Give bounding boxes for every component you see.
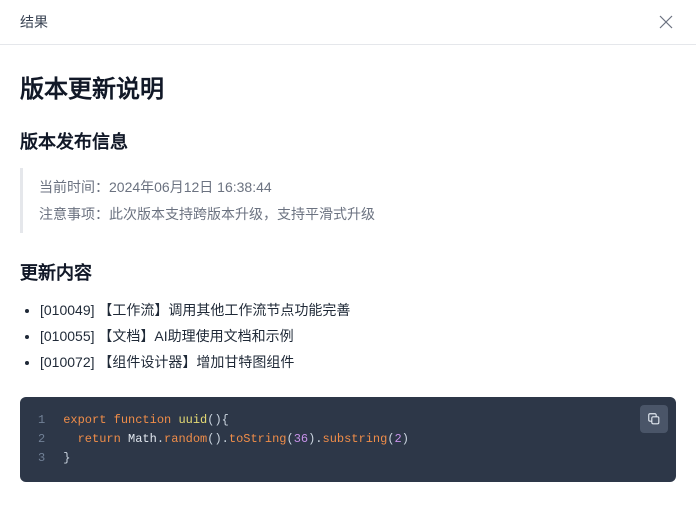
release-notice-value: 此次版本支持跨版本升级，支持平滑式升级 <box>109 206 375 222</box>
modal-header: 结果 <box>0 0 696 45</box>
close-button[interactable] <box>656 12 676 32</box>
release-time-label: 当前时间： <box>39 179 109 195</box>
code-gutter: 1 2 3 <box>20 411 63 469</box>
code-block: 1 2 3 export function uuid(){ return Mat… <box>20 397 676 483</box>
list-item: [010072] 【组件设计器】增加甘特图组件 <box>40 351 676 375</box>
list-item: [010049] 【工作流】调用其他工作流节点功能完善 <box>40 299 676 323</box>
release-notice-label: 注意事项： <box>39 206 109 222</box>
code-line: export function uuid(){ <box>63 411 660 430</box>
code-lines: export function uuid(){ return Math.rand… <box>63 411 676 469</box>
modal-title: 结果 <box>20 12 48 32</box>
close-icon <box>659 15 673 29</box>
code-line: return Math.random().toString(36).substr… <box>63 430 660 449</box>
release-time-value: 2024年06月12日 16:38:44 <box>109 179 272 195</box>
changes-list: [010049] 【工作流】调用其他工作流节点功能完善 [010055] 【文档… <box>20 299 676 374</box>
release-time-row: 当前时间：2024年06月12日 16:38:44 <box>39 174 676 201</box>
modal-content: 版本更新说明 版本发布信息 当前时间：2024年06月12日 16:38:44 … <box>0 45 696 521</box>
code-body: 1 2 3 export function uuid(){ return Mat… <box>20 397 676 483</box>
page-title: 版本更新说明 <box>20 69 676 104</box>
release-info-heading: 版本发布信息 <box>20 128 676 154</box>
code-line: } <box>63 449 660 468</box>
list-item: [010055] 【文档】AI助理使用文档和示例 <box>40 325 676 349</box>
release-notice-row: 注意事项：此次版本支持跨版本升级，支持平滑式升级 <box>39 201 676 228</box>
release-info-block: 当前时间：2024年06月12日 16:38:44 注意事项：此次版本支持跨版本… <box>20 168 676 233</box>
changes-heading: 更新内容 <box>20 259 676 285</box>
copy-icon <box>647 412 661 426</box>
line-number: 2 <box>38 430 45 449</box>
modal-root: 结果 版本更新说明 版本发布信息 当前时间：2024年06月12日 16:38:… <box>0 0 696 521</box>
copy-button[interactable] <box>640 405 668 433</box>
line-number: 3 <box>38 449 45 468</box>
line-number: 1 <box>38 411 45 430</box>
